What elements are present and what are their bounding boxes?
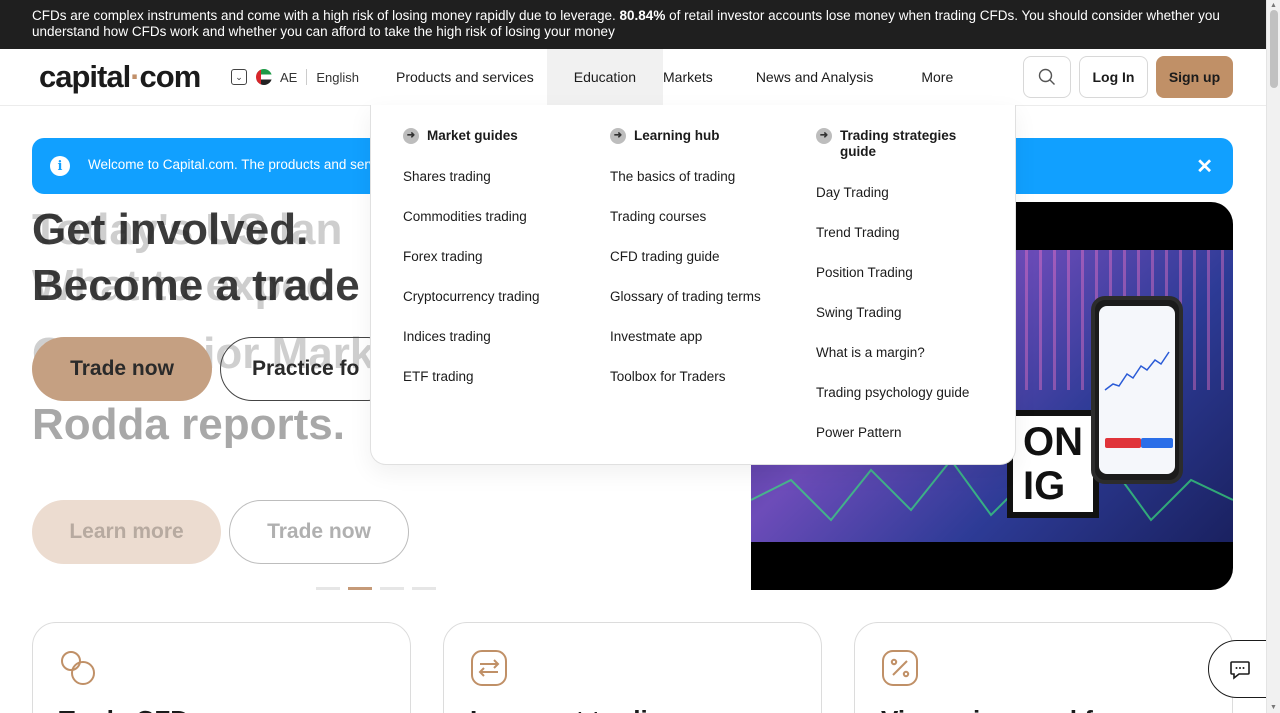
scroll-up-arrow-icon[interactable]: ▲	[1270, 2, 1277, 9]
menu-column-trading-strategies: ➜ Trading strategies guide Day Trading Tre…	[816, 128, 969, 465]
region-selector[interactable]: ⌄ AE English	[231, 69, 359, 85]
nav-education[interactable]: Education	[546, 49, 664, 105]
feature-card-trade-cfds[interactable]: Trade CFDs	[32, 622, 411, 713]
arrow-right-icon: ➜	[403, 128, 419, 144]
carousel-dot[interactable]	[316, 587, 340, 590]
menu-link-commodities-trading[interactable]: Commodities trading	[403, 209, 540, 249]
card-title: Low-cost trading	[470, 705, 679, 713]
region-code: AE	[280, 69, 298, 85]
welcome-text: Welcome to Capital.com. The products and…	[88, 157, 376, 172]
uae-flag-icon	[256, 69, 272, 85]
menu-link-basics-of-trading[interactable]: The basics of trading	[610, 169, 761, 209]
scroll-down-arrow-icon[interactable]: ▼	[1270, 704, 1277, 711]
close-icon[interactable]: ✕	[1196, 154, 1213, 179]
menu-column-learning-hub: ➜ Learning hub The basics of trading Trad…	[610, 128, 761, 409]
nav-more[interactable]: More	[897, 49, 966, 105]
search-icon	[1038, 68, 1055, 85]
video-overlay-text: ON IG	[1007, 410, 1099, 518]
menu-link-trading-psychology[interactable]: Trading psychology guide	[816, 385, 969, 425]
learn-more-button[interactable]: Learn more	[32, 500, 221, 564]
menu-link-position-trading[interactable]: Position Trading	[816, 265, 969, 305]
education-mega-menu: ➜ Market guides Shares trading Commoditie…	[370, 105, 1016, 465]
feature-card-prices-fees[interactable]: View prices and fees	[854, 622, 1233, 713]
hero-title-line1: Get involved.	[32, 205, 309, 254]
menu-link-forex-trading[interactable]: Forex trading	[403, 249, 540, 289]
carousel-indicators	[316, 587, 436, 590]
main-nav: Products and services Education Markets …	[383, 49, 966, 105]
menu-link-glossary[interactable]: Glossary of trading terms	[610, 289, 761, 329]
carousel-dot-active[interactable]	[348, 587, 372, 590]
nav-products-and-services[interactable]: Products and services	[383, 49, 547, 105]
capital-com-logo[interactable]: capital·com	[39, 59, 201, 95]
menu-link-trend-trading[interactable]: Trend Trading	[816, 225, 969, 265]
menu-link-trading-courses[interactable]: Trading courses	[610, 209, 761, 249]
arrow-right-icon: ➜	[816, 128, 832, 144]
menu-column-market-guides: ➜ Market guides Shares trading Commoditie…	[403, 128, 540, 409]
menu-link-swing-trading[interactable]: Swing Trading	[816, 305, 969, 345]
coins-icon	[61, 651, 95, 685]
menu-link-toolbox-for-traders[interactable]: Toolbox for Traders	[610, 369, 761, 409]
chat-button[interactable]	[1208, 640, 1272, 698]
phone-graphic	[1091, 296, 1183, 484]
chat-icon	[1230, 661, 1250, 680]
info-icon: i	[50, 156, 70, 176]
learning-hub-heading[interactable]: ➜ Learning hub	[610, 128, 761, 144]
chevron-down-icon[interactable]: ⌄	[231, 69, 247, 85]
menu-link-what-is-margin[interactable]: What is a margin?	[816, 345, 969, 385]
trade-now-button[interactable]: Trade now	[32, 337, 212, 401]
nav-news-and-analysis[interactable]: News and Analysis	[726, 49, 898, 105]
menu-link-etf-trading[interactable]: ETF trading	[403, 369, 540, 409]
phone-chart-graphic	[1104, 351, 1170, 391]
carousel-dot[interactable]	[412, 587, 436, 590]
signup-button[interactable]: Sign up	[1156, 56, 1233, 98]
risk-text-before: CFDs are complex instruments and come wi…	[32, 8, 620, 23]
menu-link-cfd-trading-guide[interactable]: CFD trading guide	[610, 249, 761, 289]
ghost-slide-text-2: Rodda reports.	[32, 400, 345, 449]
feature-card-low-cost[interactable]: Low-cost trading	[443, 622, 822, 713]
menu-link-power-pattern[interactable]: Power Pattern	[816, 425, 969, 465]
menu-link-shares-trading[interactable]: Shares trading	[403, 169, 540, 209]
nav-markets[interactable]: Markets	[663, 49, 726, 105]
trade-now-secondary-button[interactable]: Trade now	[229, 500, 409, 564]
menu-link-day-trading[interactable]: Day Trading	[816, 185, 969, 225]
site-header: capital·com ⌄ AE English Products and se…	[0, 49, 1266, 106]
risk-warning-banner: CFDs are complex instruments and come wi…	[0, 0, 1266, 49]
market-guides-heading[interactable]: ➜ Market guides	[403, 128, 540, 144]
exchange-icon	[471, 650, 507, 686]
hero-title-line2: Become a trade	[32, 261, 360, 310]
carousel-dot[interactable]	[380, 587, 404, 590]
login-button[interactable]: Log In	[1079, 56, 1148, 98]
risk-percentage: 80.84%	[619, 8, 666, 23]
menu-link-cryptocurrency-trading[interactable]: Cryptocurrency trading	[403, 289, 540, 329]
trading-strategies-heading[interactable]: ➜ Trading strategies guide	[816, 128, 969, 160]
card-title: Trade CFDs	[59, 705, 204, 713]
arrow-right-icon: ➜	[610, 128, 626, 144]
page-scrollbar[interactable]: ▲ ▼	[1266, 0, 1280, 713]
scrollbar-thumb[interactable]	[1270, 10, 1278, 88]
search-button[interactable]	[1023, 56, 1071, 98]
language-label[interactable]: English	[316, 70, 359, 85]
percent-icon	[882, 650, 918, 686]
menu-link-indices-trading[interactable]: Indices trading	[403, 329, 540, 369]
card-title: View prices and fees	[881, 705, 1136, 713]
menu-link-investmate-app[interactable]: Investmate app	[610, 329, 761, 369]
divider	[306, 69, 308, 85]
